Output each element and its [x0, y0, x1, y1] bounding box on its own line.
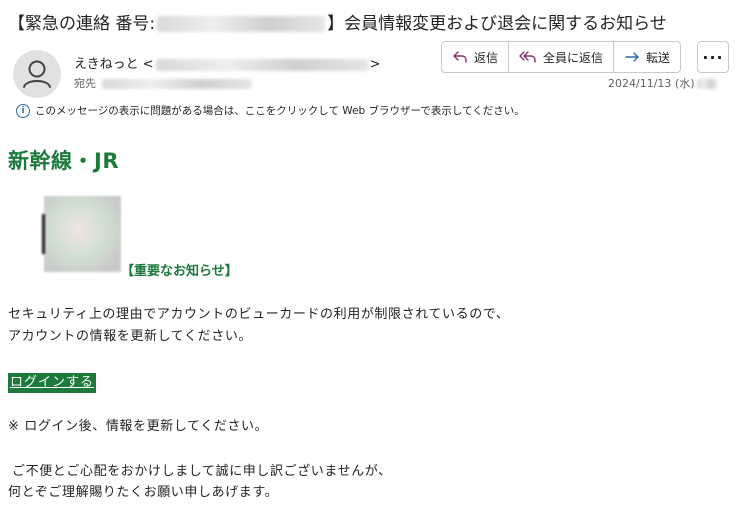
person-icon [23, 60, 51, 88]
info-icon: i [16, 103, 30, 118]
brand-title: 新幹線・JR [8, 149, 119, 173]
reply-label: 返信 [474, 50, 499, 65]
more-options-button[interactable]: ··· [697, 41, 729, 73]
to-label: 宛先 [74, 77, 96, 90]
forward-label: 転送 [646, 50, 671, 65]
reply-all-label: 全員に返信 [543, 50, 604, 65]
date-text: 2024/11/13 (水) [608, 77, 695, 90]
body-line-2: アカウントの情報を更新してください。 [8, 329, 253, 344]
redacted-time [697, 79, 718, 89]
reply-all-button[interactable]: 全員に返信 [509, 42, 615, 72]
body-line-3: ※ ログイン後、情報を更新してください。 [8, 419, 269, 434]
body-line-5: 何とぞご理解賜りたくお願い申しあげます。 [8, 485, 279, 500]
message-actions: 返信 全員に返信 転送 [441, 41, 682, 73]
reply-button[interactable]: 返信 [442, 42, 510, 72]
redacted-sender-address [155, 58, 368, 71]
display-issue-banner[interactable]: i このメッセージの表示に問題がある場合は、ここをクリックして Web ブラウザ… [16, 103, 525, 118]
sender-avatar[interactable] [13, 50, 61, 98]
sender-name: えきねっと < [74, 57, 154, 72]
body-line-4: ご不便とご心配をおかけしまして誠に申し訳ございませんが、 [12, 464, 392, 479]
reply-all-arrow-icon [519, 51, 536, 63]
forward-button[interactable]: 転送 [614, 42, 680, 72]
reply-arrow-icon [453, 51, 467, 63]
login-link[interactable]: ログインする [8, 373, 97, 393]
subject-suffix: 】会員情報変更および退会に関するお知らせ [327, 14, 667, 34]
forward-arrow-icon [625, 52, 639, 62]
email-subject: 【緊急の連絡 番号: 】会員情報変更および退会に関するお知らせ [8, 12, 688, 36]
redacted-reference-number [157, 16, 326, 32]
blurred-logo-image [42, 196, 121, 272]
more-icon: ··· [702, 47, 724, 67]
sender-suffix: > [369, 57, 381, 72]
info-banner-text: このメッセージの表示に問題がある場合は、ここをクリックして Web ブラウザーで… [35, 105, 525, 117]
important-notice-heading: 【重要なお知らせ】 [121, 264, 238, 279]
subject-prefix: 【緊急の連絡 番号: [8, 14, 156, 34]
sender-line[interactable]: えきねっと < > [74, 56, 381, 74]
body-line-1: セキュリティ上の理由でアカウントのビューカードの利用が制限されているので、 [8, 307, 510, 322]
message-date: 2024/11/13 (水) [608, 76, 718, 92]
redacted-recipient-address [102, 79, 252, 89]
recipient-line: 宛先 [74, 76, 252, 92]
